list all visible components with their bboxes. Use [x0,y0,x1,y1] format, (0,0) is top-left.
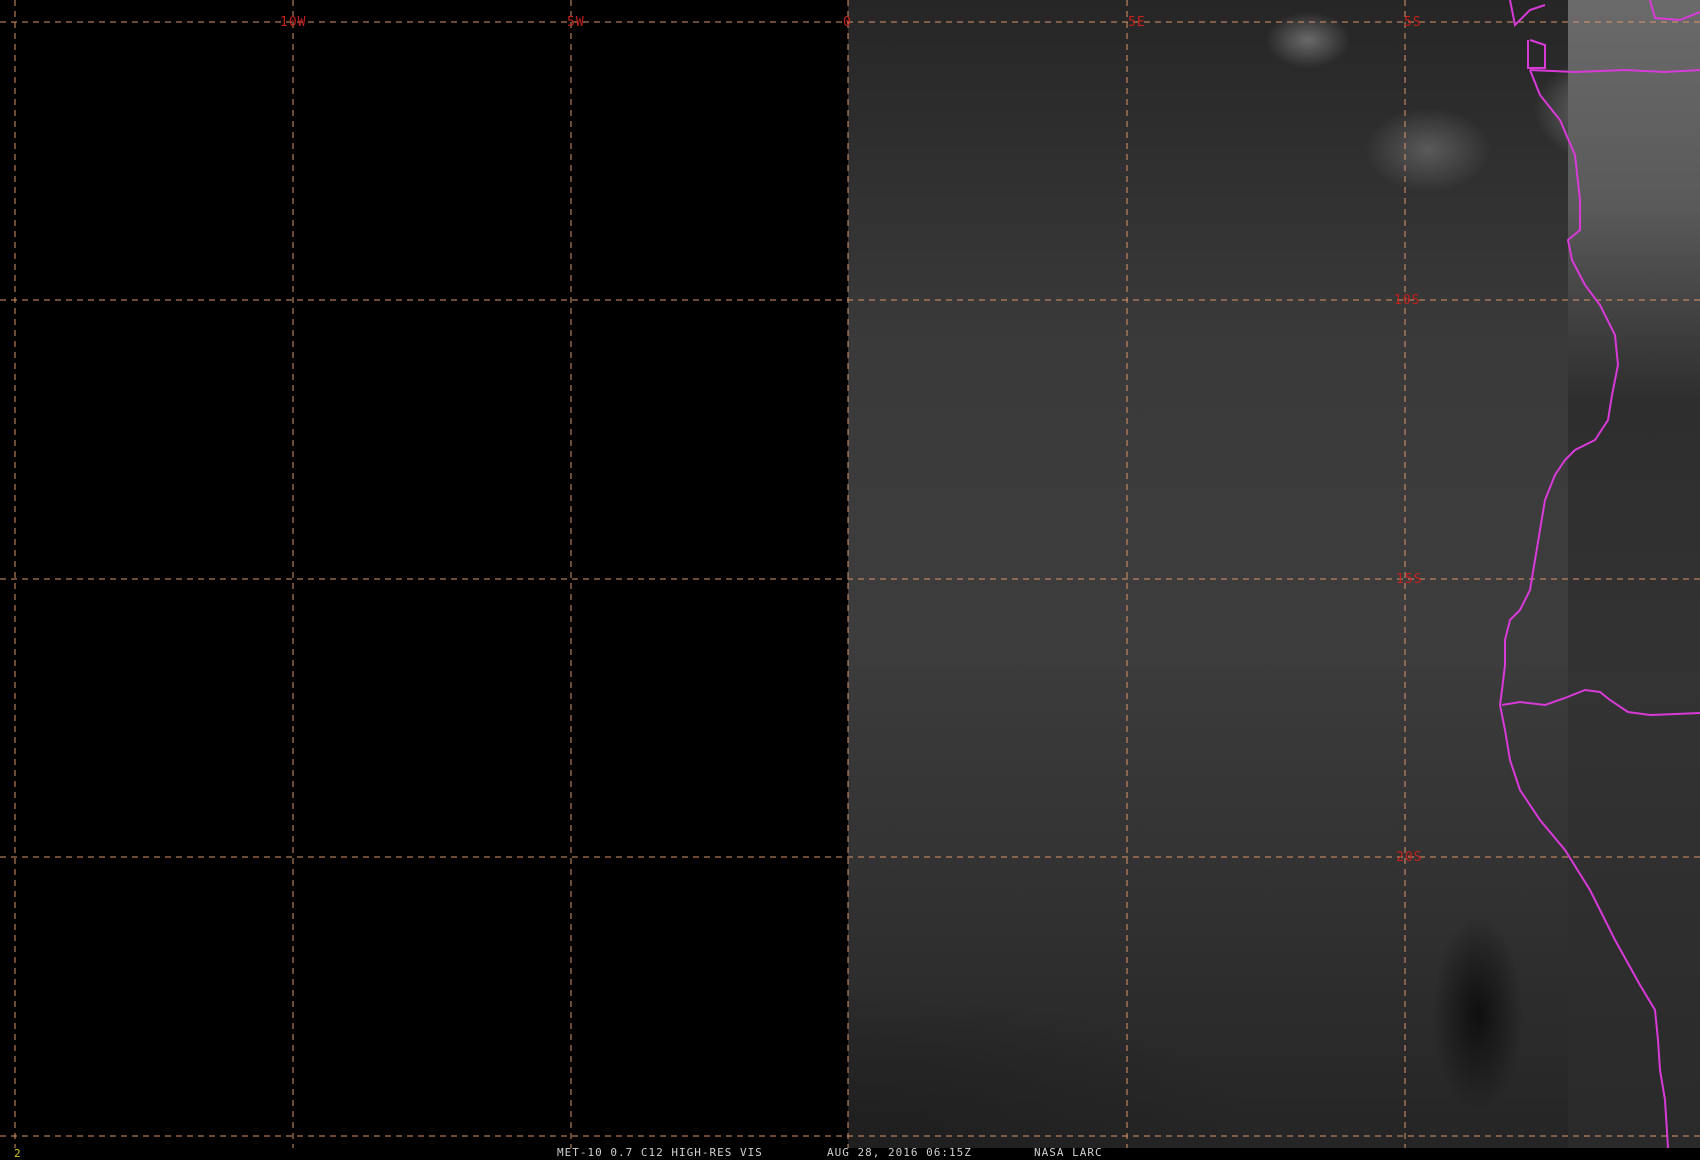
longitude-label-10w: 10W [280,15,307,30]
border-line [1501,688,1700,717]
graticule [0,0,1700,1148]
latitude-label-5s: 5S [1404,15,1422,30]
frame-number: 2 [14,1147,21,1160]
latitude-label-15s: 15S [1396,572,1423,587]
product-caption: MET-10 0.7 C12 HIGH-RES VIS [557,1146,763,1159]
border-line [1529,68,1700,74]
datetime-caption: AUG 28, 2016 06:15Z [827,1146,972,1159]
latitude-label-10s: 10S [1394,293,1421,308]
longitude-label-5e: 5E [1128,15,1146,30]
longitude-label-0: 0 [843,15,852,30]
coastline [1498,69,1669,1148]
latitude-label-20s: 20S [1396,850,1423,865]
border-line [1509,0,1546,28]
longitude-label-5w: 5W [567,15,585,30]
source-caption: NASA LARC [1034,1146,1103,1159]
satellite-map: 10W 5W 0 5E 5S 10S 15S 20S [0,0,1700,1148]
satellite-image-viewer: 10W 5W 0 5E 5S 10S 15S 20S 2 MET-10 0.7 … [0,0,1700,1160]
political-boundaries [1498,0,1700,1148]
border-line [1527,39,1546,69]
border-line [1649,0,1700,22]
map-overlay [0,0,1700,1148]
